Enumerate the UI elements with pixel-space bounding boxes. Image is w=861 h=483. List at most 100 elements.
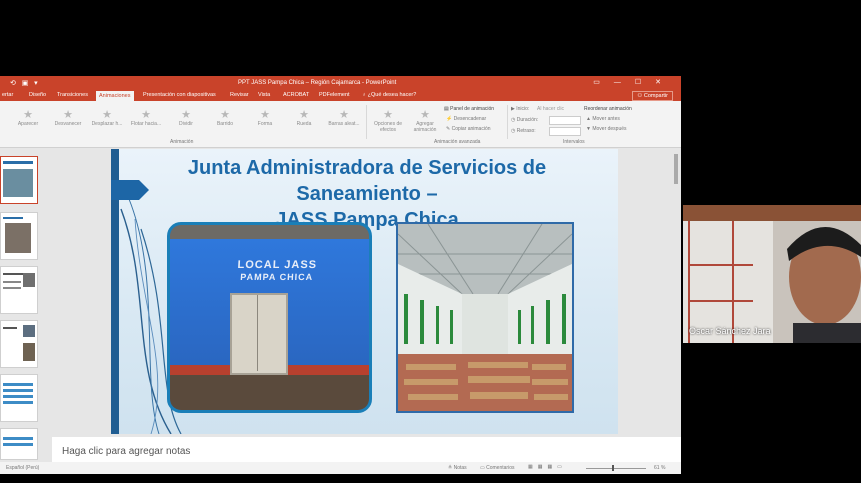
- slide-thumbnails-panel[interactable]: [0, 148, 52, 460]
- view-buttons[interactable]: ▦▦▦▭: [528, 464, 567, 470]
- effect-options-button[interactable]: ★ Opciones de efectos: [369, 109, 407, 133]
- star-options-icon: ★: [383, 109, 393, 121]
- tab-insertar[interactable]: ertar: [2, 92, 13, 98]
- lightbulb-icon: ♁: [362, 92, 367, 98]
- hall-illustration: [398, 224, 572, 411]
- person-icon: ⚇: [637, 93, 643, 99]
- tab-vista[interactable]: Vista: [258, 92, 270, 98]
- add-star-icon: ★: [420, 109, 430, 121]
- ribbon-divider: [507, 105, 508, 139]
- star-icon: ★: [141, 109, 151, 121]
- tab-transiciones[interactable]: Transiciones: [57, 92, 88, 98]
- zoom-slider[interactable]: [586, 468, 646, 469]
- star-icon: ★: [181, 109, 191, 121]
- slide-thumbnail[interactable]: [0, 428, 38, 460]
- pane-icon: ▤: [444, 106, 449, 112]
- group-label-animation: Animación: [170, 139, 194, 145]
- slide-title-line1: Junta Administradora de Servicios de San…: [187, 157, 547, 205]
- slide-thumbnail[interactable]: [0, 156, 38, 204]
- trigger-icon: ⚡: [446, 116, 453, 122]
- effect-desvanecer[interactable]: ★ Desvanecer: [50, 109, 86, 127]
- notes-pane[interactable]: Haga clic para agregar notas: [52, 437, 681, 463]
- language-indicator[interactable]: Español (Perú): [6, 465, 39, 471]
- maximize-button[interactable]: ☐: [635, 79, 655, 86]
- add-animation-button[interactable]: ★ Agregar animación: [408, 109, 442, 133]
- clock-icon: ◷: [511, 128, 516, 134]
- effect-barras[interactable]: ★ Barras aleat...: [326, 109, 362, 127]
- slide-thumbnail[interactable]: [0, 266, 38, 314]
- animation-pane-button[interactable]: ▤ Panel de animación: [444, 106, 494, 112]
- participant-name: Oscar Sánchez Jara: [689, 326, 771, 336]
- effect-forma[interactable]: ★ Forma: [247, 109, 283, 127]
- star-icon: ★: [220, 109, 230, 121]
- arrow-up-icon: ▲: [586, 116, 591, 122]
- quick-access-toolbar[interactable]: ⟲ ▣ ▾: [10, 79, 38, 87]
- ribbon-tabs: ertar Diseño Transiciones Animaciones Pr…: [0, 90, 681, 101]
- slide-thumbnail[interactable]: [0, 374, 38, 422]
- delay-label: ◷ Retraso:: [511, 128, 536, 134]
- zoom-level[interactable]: 61 %: [654, 465, 665, 471]
- tab-revisar[interactable]: Revisar: [230, 92, 249, 98]
- brush-icon: ✎: [446, 126, 451, 132]
- window-controls[interactable]: ▭—☐✕: [593, 78, 675, 86]
- star-icon: ★: [102, 109, 112, 121]
- duration-input[interactable]: [549, 116, 581, 125]
- title-bar: ⟲ ▣ ▾ PPT JASS Pampa Chica – Región Caja…: [0, 76, 681, 90]
- effect-barrido[interactable]: ★ Barrido: [207, 109, 243, 127]
- powerpoint-window: ⟲ ▣ ▾ PPT JASS Pampa Chica – Región Caja…: [0, 76, 681, 474]
- play-icon: ▶: [511, 106, 515, 112]
- tab-acrobat[interactable]: ACROBAT: [283, 92, 309, 98]
- reorder-label: Reordenar animación: [584, 106, 632, 112]
- effect-aparecer[interactable]: ★ Aparecer: [10, 109, 46, 127]
- move-later-button[interactable]: ▼ Mover después: [586, 126, 627, 132]
- comments-toggle[interactable]: ▭ Comentarios: [480, 465, 514, 471]
- tab-animaciones[interactable]: Animaciones: [96, 91, 134, 101]
- star-icon: ★: [260, 109, 270, 121]
- group-label-timing: Intervalos: [563, 139, 585, 145]
- effect-dividir[interactable]: ★ Dividir: [168, 109, 204, 127]
- webcam-video: Oscar Sánchez Jara: [683, 205, 861, 343]
- tab-diseno[interactable]: Diseño: [29, 92, 46, 98]
- move-earlier-button[interactable]: ▲ Mover antes: [586, 116, 620, 122]
- clock-icon: ◷: [511, 117, 516, 123]
- start-label: ▶ Inicio:: [511, 106, 530, 112]
- effect-flotar[interactable]: ★ Flotar hacia...: [128, 109, 164, 127]
- trigger-button[interactable]: ⚡ Desencadenar: [446, 116, 486, 122]
- minimize-button[interactable]: —: [614, 79, 635, 86]
- zoom-slider-thumb[interactable]: [612, 465, 614, 471]
- building-sign: LOCAL JASS PAMPA CHICA: [221, 259, 332, 283]
- notes-placeholder: Haga clic para agregar notas: [62, 446, 191, 457]
- star-icon: ★: [339, 109, 349, 121]
- arrow-down-icon: ▼: [586, 126, 591, 132]
- slide-thumbnail[interactable]: [0, 212, 38, 260]
- sign-line1: LOCAL JASS: [237, 259, 318, 271]
- copy-animation-button[interactable]: ✎ Copiar animación: [446, 126, 491, 132]
- start-select[interactable]: Al hacer clic: [537, 106, 564, 112]
- participant-video-frame: [683, 205, 861, 343]
- tell-me-search[interactable]: ♁ ¿Qué desea hacer?: [362, 92, 416, 98]
- effect-desplazar[interactable]: ★ Desplazar h...: [89, 109, 125, 127]
- ribbon-divider: [366, 105, 367, 139]
- ribbon: ★ Aparecer ★ Desvanecer ★ Desplazar h... ★ F…: [0, 101, 681, 148]
- duration-label: ◷ Duración:: [511, 117, 539, 123]
- photo-interior-hall[interactable]: [396, 222, 574, 413]
- delay-input[interactable]: [549, 127, 581, 136]
- tab-presentacion[interactable]: Presentación con diapositivas: [143, 92, 216, 98]
- group-label-advanced: Animación avanzada: [434, 139, 481, 145]
- share-button[interactable]: ⚇ Compartir: [632, 91, 673, 101]
- close-button[interactable]: ✕: [655, 79, 675, 86]
- slide-canvas[interactable]: Junta Administradora de Servicios de San…: [111, 149, 618, 434]
- notes-toggle[interactable]: ≜ Notas: [448, 465, 467, 471]
- comment-icon: ▭: [480, 465, 485, 471]
- photo-local-jass[interactable]: LOCAL JASS PAMPA CHICA: [167, 222, 372, 413]
- window-title: PPT JASS Pampa Chica – Región Cajamarca …: [238, 80, 397, 86]
- star-icon: ★: [23, 109, 33, 121]
- slide-thumbnail[interactable]: [0, 320, 38, 368]
- effect-rueda[interactable]: ★ Rueda: [286, 109, 322, 127]
- sign-line2: PAMPA CHICA: [240, 272, 314, 282]
- star-icon: ★: [63, 109, 73, 121]
- vertical-scrollbar[interactable]: [671, 148, 681, 436]
- star-icon: ★: [299, 109, 309, 121]
- ribbon-display-icon[interactable]: ▭: [593, 79, 614, 86]
- tab-pdfelement[interactable]: PDFelement: [319, 92, 350, 98]
